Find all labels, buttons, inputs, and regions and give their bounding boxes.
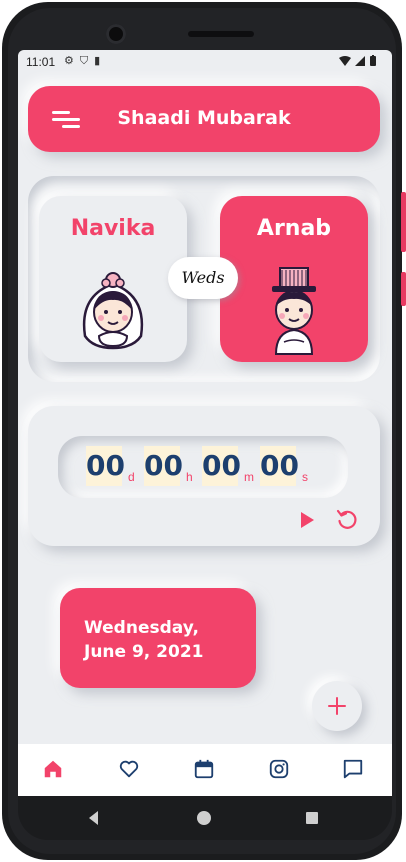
- status-left-icons: ⚙⛉▮: [64, 54, 106, 68]
- bride-avatar-icon: [82, 272, 144, 350]
- nav-chat[interactable]: [342, 758, 368, 784]
- shield-icon: ⛉: [79, 55, 95, 67]
- gear-icon: ⚙: [64, 55, 80, 67]
- timer-days-value: 00: [86, 446, 125, 486]
- nav-favorites[interactable]: [118, 758, 144, 784]
- date-full: June 9, 2021: [84, 642, 204, 662]
- chat-icon: [343, 759, 363, 779]
- nav-home[interactable]: [42, 758, 68, 784]
- play-icon[interactable]: [298, 511, 316, 529]
- power-button: [401, 192, 406, 252]
- countdown-timer-panel: 00 d 00 h 00 m 00 s: [28, 406, 380, 546]
- instagram-icon: [269, 759, 289, 779]
- status-bar: 11:01 ⚙⛉▮: [18, 50, 392, 74]
- groom-card[interactable]: Arnab: [220, 196, 368, 362]
- volume-button: [401, 272, 406, 306]
- recents-icon[interactable]: [304, 810, 320, 826]
- timer-hours-value: 00: [144, 446, 183, 486]
- wifi-signal-battery-icon: [339, 55, 376, 66]
- system-navigation-bar: [18, 796, 392, 840]
- back-icon[interactable]: [86, 810, 102, 826]
- timer-seconds-unit: s: [302, 470, 308, 484]
- heart-icon: [119, 760, 139, 778]
- home-icon: [44, 760, 62, 778]
- sd-card-icon: ▮: [94, 55, 107, 67]
- bottom-navigation: [18, 744, 392, 796]
- nav-calendar[interactable]: [193, 758, 219, 784]
- bride-card[interactable]: Navika: [39, 196, 187, 362]
- plus-icon: [328, 697, 346, 715]
- timer-days-unit: d: [128, 470, 135, 484]
- couple-panel: Navika Arnab Weds: [28, 176, 380, 382]
- timer-hours-unit: h: [186, 470, 193, 484]
- groom-name: Arnab: [256, 216, 332, 241]
- app-screen: 11:01 ⚙⛉▮ Shaadi Mubarak Navika Arnab We…: [18, 50, 392, 796]
- timer-minutes-unit: m: [244, 470, 254, 484]
- groom-avatar-icon: [272, 267, 316, 355]
- wedding-date-card[interactable]: Wednesday, June 9, 2021: [60, 588, 256, 688]
- front-camera: [106, 24, 126, 44]
- earpiece-speaker: [188, 31, 254, 37]
- add-button[interactable]: [312, 681, 362, 731]
- home-system-icon[interactable]: [196, 810, 212, 826]
- timer-minutes-value: 00: [202, 446, 241, 486]
- calendar-icon: [194, 759, 214, 779]
- reset-icon[interactable]: [335, 508, 359, 532]
- nav-instagram[interactable]: [268, 758, 294, 784]
- timer-seconds-value: 00: [260, 446, 299, 486]
- timer-display: 00 d 00 h 00 m 00 s: [58, 436, 348, 498]
- date-weekday: Wednesday,: [84, 618, 199, 638]
- status-right-icons: [338, 55, 382, 70]
- weds-badge: Weds: [168, 257, 238, 299]
- bride-name: Navika: [70, 216, 156, 241]
- app-bar: Shaadi Mubarak: [28, 86, 380, 152]
- status-time: 11:01: [26, 55, 56, 69]
- app-title: Shaadi Mubarak: [117, 107, 291, 129]
